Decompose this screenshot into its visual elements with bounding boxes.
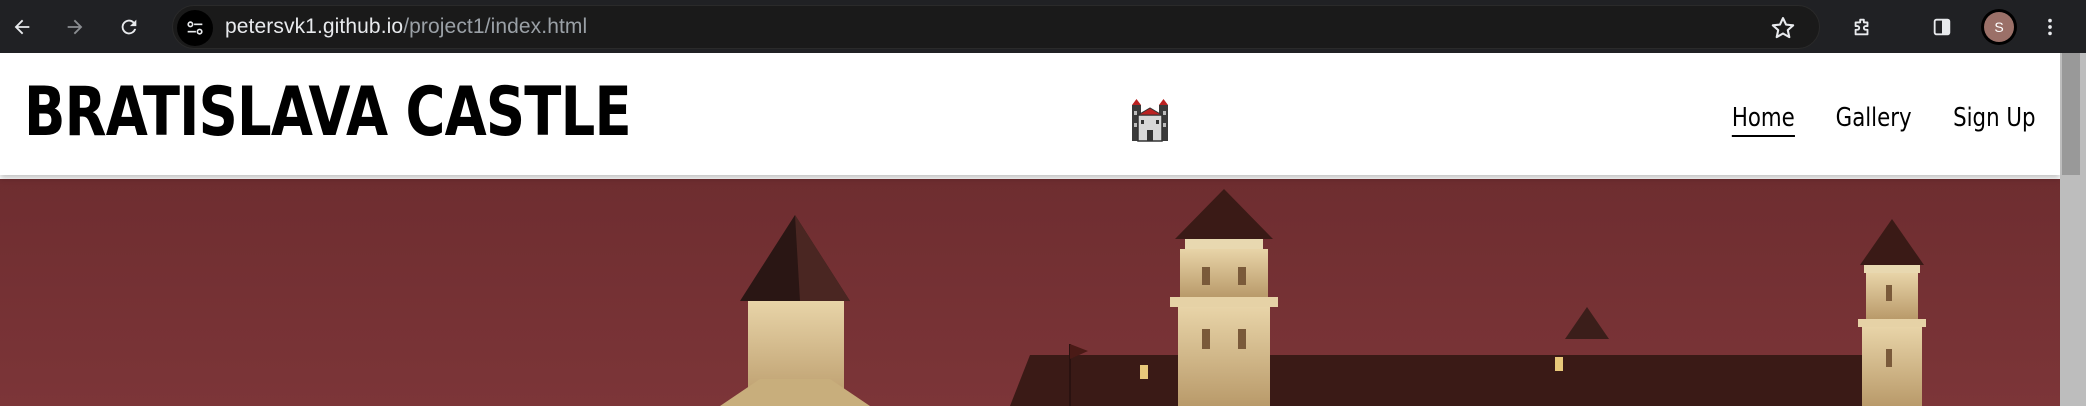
puzzle-icon bbox=[1854, 18, 1869, 36]
forward-button[interactable] bbox=[57, 9, 93, 45]
site-info-button[interactable] bbox=[177, 10, 213, 46]
three-dots-vertical-icon bbox=[2048, 18, 2052, 36]
arrow-left-icon bbox=[14, 19, 30, 35]
back-button[interactable] bbox=[4, 9, 40, 45]
reload-button[interactable] bbox=[111, 9, 147, 45]
main-nav: Home Gallery Sign Up bbox=[1718, 103, 2036, 137]
url-text: petersvk1.github.io/project1/index.html bbox=[225, 15, 587, 39]
tune-icon bbox=[187, 21, 203, 35]
page-scrollbar[interactable] bbox=[2060, 53, 2086, 406]
site-header: BRATISLAVA CASTLE Home Gallery Sign Up bbox=[0, 53, 2060, 175]
url-path: /project1/index.html bbox=[403, 15, 588, 38]
url-host: petersvk1.github.io bbox=[225, 15, 404, 38]
extensions-button[interactable] bbox=[1844, 9, 1880, 45]
page-title: BRATISLAVA CASTLE bbox=[24, 73, 632, 152]
castle-icon[interactable] bbox=[1126, 97, 1174, 145]
arrow-right-icon bbox=[67, 19, 83, 35]
browser-menu-button[interactable] bbox=[2032, 9, 2068, 45]
web-page: BRATISLAVA CASTLE Home Gallery Sign Up bbox=[0, 53, 2060, 406]
star-outline-icon bbox=[1771, 17, 1795, 39]
reload-icon bbox=[121, 19, 137, 35]
bookmark-button[interactable] bbox=[1769, 14, 1797, 42]
side-panel-button[interactable] bbox=[1924, 9, 1960, 45]
browser-toolbar: petersvk1.github.io/project1/index.html … bbox=[0, 0, 2086, 53]
profile-button[interactable]: S bbox=[1981, 9, 2017, 45]
address-bar[interactable]: petersvk1.github.io/project1/index.html bbox=[172, 5, 1820, 49]
side-panel-icon bbox=[1933, 18, 1951, 36]
nav-gallery-link[interactable]: Gallery bbox=[1836, 103, 1912, 137]
hero-image bbox=[0, 179, 2060, 406]
castle-photo bbox=[0, 179, 2060, 406]
nav-signup-link[interactable]: Sign Up bbox=[1954, 103, 2036, 137]
nav-home-link[interactable]: Home bbox=[1731, 103, 1795, 137]
scrollbar-thumb[interactable] bbox=[2062, 53, 2080, 175]
avatar: S bbox=[1984, 12, 2014, 42]
